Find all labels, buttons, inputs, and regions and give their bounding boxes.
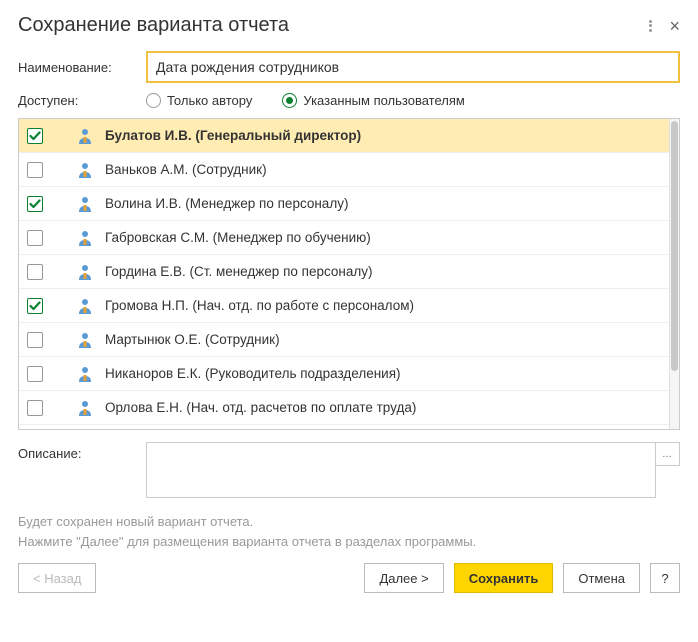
person-icon — [77, 298, 93, 314]
user-checkbox[interactable] — [27, 230, 43, 246]
info-line-1: Будет сохранен новый вариант отчета. — [18, 512, 680, 532]
user-name-label: Мартынюк О.Е. (Сотрудник) — [105, 332, 280, 347]
name-label: Наименование: — [18, 60, 146, 75]
user-row[interactable]: Мартынюк О.Е. (Сотрудник) — [19, 323, 679, 357]
description-label: Описание: — [18, 442, 146, 498]
user-row[interactable]: Громова Н.П. (Нач. отд. по работе с перс… — [19, 289, 679, 323]
radio-specified-users[interactable]: Указанным пользователям — [282, 93, 464, 108]
person-icon — [77, 366, 93, 382]
radio-author-label: Только автору — [167, 93, 252, 108]
cancel-button[interactable]: Отмена — [563, 563, 640, 593]
radio-specified-label: Указанным пользователям — [303, 93, 464, 108]
next-button[interactable]: Далее > — [364, 563, 443, 593]
person-icon — [77, 162, 93, 178]
user-name-label: Гордина Е.В. (Ст. менеджер по персоналу) — [105, 264, 372, 279]
user-checkbox[interactable] — [27, 332, 43, 348]
scrollbar[interactable] — [669, 119, 679, 429]
user-name-label: Волина И.В. (Менеджер по персоналу) — [105, 196, 348, 211]
user-name-label: Никаноров Е.К. (Руководитель подразделен… — [105, 366, 401, 381]
user-checkbox[interactable] — [27, 196, 43, 212]
save-button[interactable]: Сохранить — [454, 563, 554, 593]
radio-author-only[interactable]: Только автору — [146, 93, 252, 108]
user-checkbox[interactable] — [27, 128, 43, 144]
user-checkbox[interactable] — [27, 264, 43, 280]
user-name-label: Габровская С.М. (Менеджер по обучению) — [105, 230, 371, 245]
scroll-thumb[interactable] — [671, 121, 678, 371]
user-row[interactable]: Орлова Е.Н. (Нач. отд. расчетов по оплат… — [19, 391, 679, 425]
user-row[interactable]: Волина И.В. (Менеджер по персоналу) — [19, 187, 679, 221]
person-icon — [77, 332, 93, 348]
back-button: < Назад — [18, 563, 96, 593]
user-name-label: Булатов И.В. (Генеральный директор) — [105, 128, 361, 143]
radio-icon — [282, 93, 297, 108]
description-input[interactable] — [146, 442, 656, 498]
person-icon — [77, 128, 93, 144]
radio-icon — [146, 93, 161, 108]
user-row[interactable]: Ваньков А.М. (Сотрудник) — [19, 153, 679, 187]
info-line-2: Нажмите "Далее" для размещения варианта … — [18, 532, 680, 552]
user-checkbox[interactable] — [27, 400, 43, 416]
available-label: Доступен: — [18, 93, 146, 108]
user-row[interactable]: Никаноров Е.К. (Руководитель подразделен… — [19, 357, 679, 391]
user-row[interactable]: Гордина Е.В. (Ст. менеджер по персоналу) — [19, 255, 679, 289]
user-name-label: Орлова Е.Н. (Нач. отд. расчетов по оплат… — [105, 400, 416, 415]
more-menu-icon[interactable] — [643, 19, 657, 33]
user-checkbox[interactable] — [27, 298, 43, 314]
user-checkbox[interactable] — [27, 162, 43, 178]
dialog-title: Сохранение варианта отчета — [18, 14, 289, 37]
description-expand-button[interactable]: … — [656, 442, 680, 466]
user-name-label: Громова Н.П. (Нач. отд. по работе с перс… — [105, 298, 414, 313]
user-checkbox[interactable] — [27, 366, 43, 382]
person-icon — [77, 196, 93, 212]
help-button[interactable]: ? — [650, 563, 680, 593]
person-icon — [77, 230, 93, 246]
user-row[interactable]: Булатов И.В. (Генеральный директор) — [19, 119, 679, 153]
person-icon — [77, 400, 93, 416]
close-icon[interactable]: × — [669, 17, 680, 35]
user-list: Булатов И.В. (Генеральный директор) Ваньк… — [18, 118, 680, 430]
person-icon — [77, 264, 93, 280]
user-name-label: Ваньков А.М. (Сотрудник) — [105, 162, 267, 177]
user-row[interactable]: Габровская С.М. (Менеджер по обучению) — [19, 221, 679, 255]
name-input[interactable] — [146, 51, 680, 83]
